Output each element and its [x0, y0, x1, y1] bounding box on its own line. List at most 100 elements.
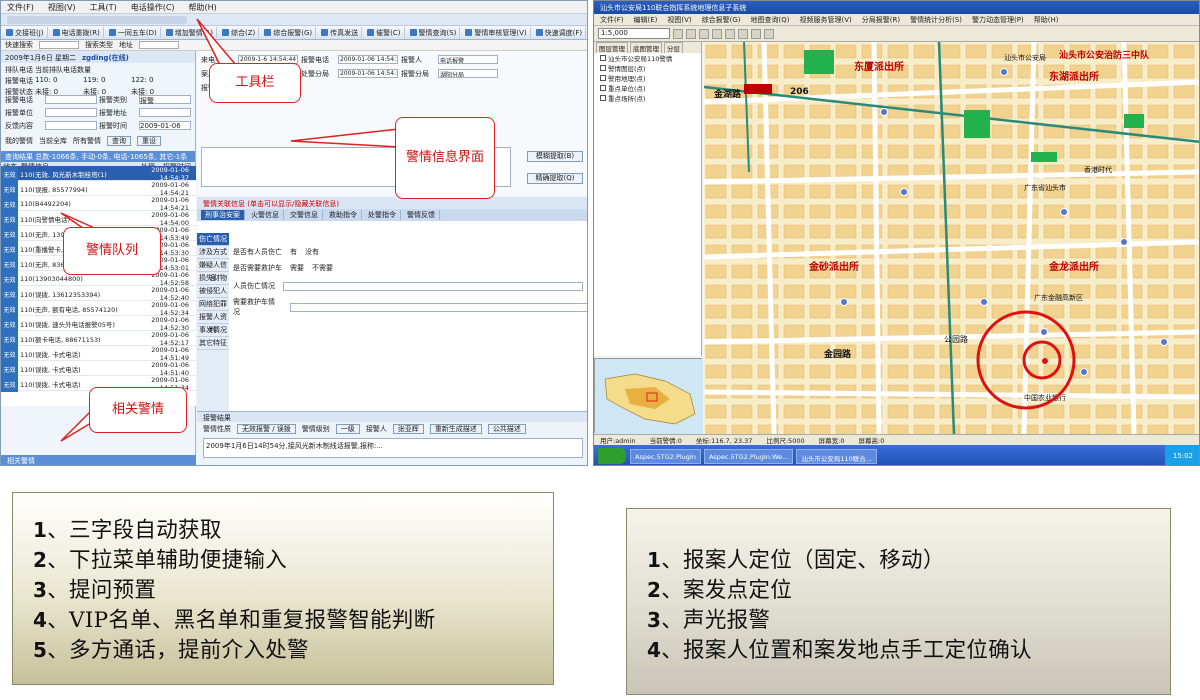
detail-input[interactable]: 2009-01-06 14:54:37 [338, 55, 398, 64]
layer-tab[interactable]: 图层管理 [596, 42, 628, 53]
vertical-tab[interactable]: 网络犯罪 [197, 298, 229, 311]
result-textarea[interactable]: 2009年1月6日14时54分,接风光新木制线话报警,报称:... [203, 438, 583, 458]
layer-checkbox[interactable] [600, 65, 606, 71]
locate-icon[interactable] [751, 28, 761, 39]
queue-row[interactable]: 无效 110(B4492204) 2009-01-06 14:54:21 [1, 196, 196, 212]
detail-tab[interactable]: 交警信息 [286, 210, 323, 220]
overview-minimap[interactable] [594, 358, 703, 434]
radio-option[interactable]: 需要 [290, 263, 304, 273]
gis-menu-item[interactable]: 地图查询(Q) [751, 15, 790, 25]
select-icon[interactable] [712, 28, 722, 39]
layer-tab[interactable]: 分层 [664, 42, 683, 53]
toolbar-button[interactable]: 综合报警(G) [261, 27, 317, 38]
toolbar-button[interactable]: 电话重拨(R) [50, 27, 104, 38]
toolbar-button[interactable]: 交接班(J) [3, 27, 48, 38]
detail-tab[interactable]: 刑事治安案 [201, 210, 245, 220]
queue-row[interactable]: 无效 110(无效, 风光新木制桂塔(1) 2009-01-06 14:54:37 [1, 166, 196, 182]
radio-option[interactable]: 不需要 [312, 263, 333, 273]
queue-row[interactable]: 无效 110(无声, 额有电话, 85574120) 2009-01-06 14:5… [1, 301, 196, 317]
detail-tab[interactable]: 处警指令 [364, 210, 401, 220]
scale-select[interactable]: 1:5,000 [598, 28, 670, 39]
map-canvas[interactable]: 206 东厦派出所东湖派出所金砂派出所 金龙派出所 金湖路金园路 公园路 汕头市公安局 汕头… [704, 42, 1200, 434]
ambulance-input[interactable] [289, 302, 587, 312]
queue-row[interactable]: 无效 110(额卡电话, 88671153) 2009-01-06 14:52:17 [1, 331, 196, 347]
taskbar-task[interactable]: 汕头市公安局110联合... [796, 448, 877, 464]
measure-icon[interactable] [725, 28, 735, 39]
radio-option[interactable]: 没有 [305, 247, 319, 257]
queue-row[interactable]: 无效 110(误拨, 卡式电话) 2009-01-06 14:51:40 [1, 361, 196, 377]
gis-menu-item[interactable]: 分局报警(R) [862, 15, 900, 25]
refresh-icon[interactable] [738, 28, 748, 39]
reset-button[interactable]: 重设 [137, 136, 161, 146]
search-input[interactable] [39, 41, 79, 49]
vertical-tab[interactable]: 其它特征 [197, 337, 229, 350]
menu-item[interactable]: 视图(V) [48, 2, 76, 13]
category-select[interactable]: 报警 [139, 95, 191, 105]
layer-node[interactable]: 警情图层(点) [594, 63, 701, 73]
vertical-tab[interactable]: 事发情况 [197, 324, 229, 337]
menu-item[interactable]: 电话操作(C) [131, 2, 175, 13]
injury-input[interactable] [283, 281, 583, 291]
layer-node[interactable]: 警用地理(点) [594, 73, 701, 83]
gis-menu-item[interactable]: 综合报警(G) [702, 15, 741, 25]
unit-input[interactable] [45, 108, 97, 117]
taskbar-task[interactable]: Aspec.5TG2.PlugIn:We... [703, 448, 794, 464]
receiver-select[interactable]: 张亚辉 [392, 424, 424, 434]
vertical-tab[interactable]: 涉及方式 [197, 246, 229, 259]
checkbox-all[interactable]: 所有警情 [73, 136, 101, 146]
address-input[interactable] [139, 108, 191, 117]
exact-extract-button[interactable]: 精确提取(Q) [527, 173, 583, 184]
public-desc-button[interactable]: 公共描述 [487, 424, 526, 434]
toolbar-button[interactable]: 传真发送 [318, 27, 363, 38]
print-icon[interactable] [764, 28, 774, 39]
gis-menu-item[interactable]: 警力动态管理(P) [972, 15, 1024, 25]
radio-option[interactable]: 有 [290, 247, 297, 257]
query-button[interactable]: 查询 [107, 136, 131, 146]
fuzzy-extract-button[interactable]: 模糊提取(B) [527, 151, 583, 162]
level-select[interactable]: 一级 [335, 424, 360, 434]
layer-node[interactable]: 汕头市公安局110警情 [594, 53, 701, 63]
vertical-tab[interactable]: 嫌疑人信息 [197, 259, 229, 282]
start-button[interactable] [598, 448, 626, 464]
gis-menu-item[interactable]: 帮助(H) [1034, 15, 1059, 25]
related-alarms-bar[interactable]: 相关警情 [1, 455, 196, 465]
queue-row[interactable]: 无效 110(误报, 85577994) 2009-01-06 14:54:21 [1, 181, 196, 197]
layer-checkbox[interactable] [600, 95, 606, 101]
gis-menu-item[interactable]: 视图(V) [667, 15, 691, 25]
zoom-out-icon[interactable] [686, 28, 696, 39]
toolbar-button[interactable]: 一同五车(D) [106, 27, 161, 38]
toolbar-button[interactable]: 警情查询(S) [407, 27, 461, 38]
phone-input[interactable] [45, 95, 97, 104]
zoom-in-icon[interactable] [673, 28, 683, 39]
layer-checkbox[interactable] [600, 75, 606, 81]
detail-input[interactable]: 电话报警 [438, 55, 498, 64]
menu-item[interactable]: 文件(F) [7, 2, 34, 13]
detail-input[interactable]: 湖阳分局 [438, 69, 498, 78]
layer-checkbox[interactable] [600, 85, 606, 91]
related-info-bar[interactable]: 警情关联信息 (单击可以显示/隐藏关联信息) [197, 197, 587, 209]
vertical-tab[interactable]: 损失财物 [197, 272, 229, 285]
taskbar-task[interactable]: Aspec.5TG2.PlugIn [630, 448, 701, 464]
feedback-input[interactable] [45, 121, 97, 130]
detail-tab[interactable]: 火警信息 [247, 210, 284, 220]
regen-button[interactable]: 重新生成描述 [429, 424, 482, 434]
detail-input[interactable]: 2009-01-06 14:54:37 [338, 69, 398, 78]
vertical-tab[interactable]: 伤亡情况 [197, 233, 229, 246]
nature-select[interactable]: 无效报警 / 误拨 [237, 424, 296, 434]
vertical-tab[interactable]: 报警人资料 [197, 311, 229, 334]
time-input[interactable]: 2009-01-06 [139, 121, 191, 130]
toolbar-button[interactable]: 综合(Z) [219, 27, 260, 38]
detail-tab[interactable]: 警情反馈 [403, 210, 440, 220]
quick-input[interactable] [7, 16, 187, 24]
queue-row[interactable]: 无效 110(误拨, 卡式电话) 2009-01-06 14:51:49 [1, 346, 196, 362]
search-type-select[interactable]: 地址 [119, 40, 133, 50]
map-view[interactable]: 206 东厦派出所 东湖派出所 金砂派出所 金龙派出所 金湖路 金园路 公园路 汕头市公安局 汕头… [704, 42, 1200, 434]
menu-item[interactable]: 工具(T) [90, 2, 117, 13]
toolbar-button[interactable]: 快速调度(F) [533, 27, 587, 38]
checkbox-current[interactable]: 当前全库 [39, 136, 67, 146]
gis-menu-item[interactable]: 编辑(E) [634, 15, 658, 25]
detail-tab[interactable]: 救助指令 [325, 210, 362, 220]
toolbar-button[interactable]: 增加警情(A) [163, 27, 217, 38]
vertical-tab[interactable]: 被侵犯人 [197, 285, 229, 298]
gis-menu-item[interactable]: 视频服务管理(V) [800, 15, 852, 25]
